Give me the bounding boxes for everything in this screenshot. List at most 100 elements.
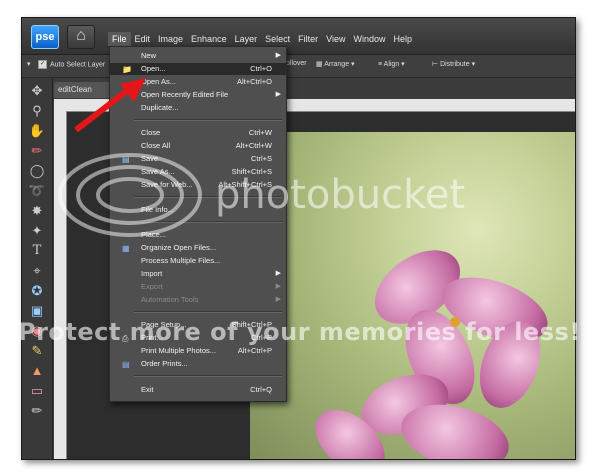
menu-separator — [134, 196, 282, 198]
menu-edit[interactable]: Edit — [131, 32, 155, 46]
menu-layer[interactable]: Layer — [231, 32, 262, 46]
hand-tool-icon[interactable]: ✋ — [27, 122, 47, 140]
menu-view[interactable]: View — [322, 32, 349, 46]
type-tool-icon[interactable]: T — [27, 242, 47, 260]
home-icon[interactable]: ⌂ — [67, 25, 95, 49]
magic-wand-tool-icon[interactable]: ✸ — [27, 202, 47, 220]
move-tool-icon[interactable]: ✥ — [27, 82, 47, 100]
menu-item-label: Export — [141, 282, 163, 291]
menu-item-exit[interactable]: Exit Ctrl+Q — [110, 384, 286, 396]
organize-icon: ▦ — [122, 244, 130, 253]
options-menu-arrow[interactable]: ▾ — [27, 60, 31, 68]
menu-item-shortcut: Ctrl+S — [250, 154, 272, 163]
menu-enhance[interactable]: Enhance — [187, 32, 231, 46]
menu-item-export: Export ▶ — [110, 281, 286, 293]
marquee-tool-icon[interactable]: ◯ — [27, 162, 47, 180]
submenu-arrow-icon: ▶ — [275, 52, 281, 59]
menu-item-open[interactable]: 📁 Open... Ctrl+O — [110, 63, 286, 75]
save-icon: ▤ — [122, 155, 130, 164]
menu-item-label: File Info... — [141, 205, 174, 214]
menu-filter[interactable]: Filter — [294, 32, 322, 46]
menu-item-automation-tools: Automation Tools ▶ — [110, 294, 286, 306]
app-logo: pse — [31, 25, 59, 49]
flower-photo — [250, 132, 575, 459]
menu-item-label: Order Prints... — [141, 359, 188, 368]
menu-item-organize-open-files[interactable]: ▦ Organize Open Files... — [110, 242, 286, 254]
align-button[interactable]: ≡ Align ▾ — [378, 60, 405, 68]
submenu-arrow-icon: ▶ — [275, 270, 281, 277]
menu-item-shortcut: Alt+Shift+Ctrl+S — [218, 180, 272, 189]
menu-item-label: Print Multiple Photos... — [141, 346, 217, 355]
app-window: pse ⌂ File Edit Image Enhance Layer Select Fil… — [21, 17, 576, 460]
annotation-arrow — [74, 78, 146, 133]
menu-item-label: Exit — [141, 385, 154, 394]
menu-item-label: Close All — [141, 141, 171, 150]
menu-item-file-info[interactable]: File Info... — [110, 204, 286, 216]
zoom-tool-icon[interactable]: ⚲ — [27, 102, 47, 120]
menu-item-shortcut: Alt+Ctrl+W — [235, 141, 272, 150]
clone-stamp-tool-icon[interactable]: ▲ — [27, 362, 47, 380]
menu-item-import[interactable]: Import ▶ — [110, 268, 286, 280]
menu-item-process-multiple-files[interactable]: Process Multiple Files... — [110, 255, 286, 267]
order-icon: ▤ — [122, 360, 130, 369]
title-bar: pse ⌂ File Edit Image Enhance Layer Select Fil… — [22, 18, 575, 55]
menu-item-close-all[interactable]: Close All Alt+Ctrl+W — [110, 140, 286, 152]
vertical-ruler — [54, 111, 67, 459]
menu-item-label: Open Recently Edited File — [141, 90, 229, 99]
brush-tool-icon[interactable]: ✏ — [27, 402, 47, 420]
distribute-icon: ⊢ — [432, 61, 439, 68]
menu-file[interactable]: File — [108, 32, 131, 46]
menu-separator — [134, 119, 282, 121]
auto-select-label: Auto Select Layer — [50, 61, 106, 69]
menu-item-shortcut: Ctrl+Q — [250, 385, 272, 394]
crop-tool-icon[interactable]: ⌖ — [27, 262, 47, 280]
menu-item-order-prints[interactable]: ▤ Order Prints... — [110, 358, 286, 370]
menu-item-print-multiple-photos[interactable]: Print Multiple Photos... Alt+Ctrl+P — [110, 345, 286, 357]
menu-item-label: Automation Tools — [141, 295, 199, 304]
eyedropper-tool-icon[interactable]: ✏ — [27, 142, 47, 160]
menu-separator — [134, 311, 282, 313]
check-icon[interactable]: ✓ — [38, 60, 47, 69]
menu-help[interactable]: Help — [389, 32, 416, 46]
menu-item-new[interactable]: New ▶ — [110, 50, 286, 62]
menu-item-shortcut: Alt+Ctrl+O — [236, 77, 272, 86]
quick-selection-tool-icon[interactable]: ✦ — [27, 222, 47, 240]
menu-image[interactable]: Image — [154, 32, 187, 46]
menu-item-save-for-web[interactable]: Save for Web... Alt+Shift+Ctrl+S — [110, 179, 286, 191]
menu-item-label: Open... — [141, 64, 166, 73]
distribute-label: Distribute — [440, 61, 470, 68]
menu-item-shortcut: Ctrl+O — [250, 64, 272, 73]
submenu-arrow-icon: ▶ — [275, 283, 281, 290]
submenu-arrow-icon: ▶ — [275, 296, 281, 303]
menu-select[interactable]: Select — [261, 32, 294, 46]
menu-item-shortcut: Alt+Ctrl+P — [237, 346, 272, 355]
rollover-label: ollover — [286, 60, 307, 67]
menu-item-label: Save — [141, 154, 159, 163]
menu-item-label: Organize Open Files... — [141, 243, 217, 252]
menu-window[interactable]: Window — [349, 32, 389, 46]
folder-icon: 📁 — [122, 65, 132, 74]
toolbox: ✥ ⚲ ✋ ✏ ◯ ➰ ✸ ✦ T ⌖ ✪ ▣ ◉ ✎ ▲ ▭ ✏ — [22, 78, 53, 459]
cookie-cutter-tool-icon[interactable]: ✪ — [27, 282, 47, 300]
menu-item-save-as[interactable]: Save As... Shift+Ctrl+S — [110, 166, 286, 178]
arrange-icon: ▦ — [316, 61, 323, 68]
menu-separator — [134, 221, 282, 223]
menu-item-label: Save for Web... — [141, 180, 193, 189]
menu-item-shortcut: Ctrl+W — [248, 128, 272, 137]
menu-item-shortcut: Shift+Ctrl+S — [231, 167, 272, 176]
menu-item-save[interactable]: ▤ Save Ctrl+S — [110, 153, 286, 165]
menu-item-label: Save As... — [141, 167, 175, 176]
lasso-tool-icon[interactable]: ➰ — [27, 182, 47, 200]
menu-item-place[interactable]: Place... — [110, 229, 286, 241]
menu-bar: File Edit Image Enhance Layer Select Filter Vie… — [108, 29, 416, 46]
eraser-tool-icon[interactable]: ▭ — [27, 382, 47, 400]
menu-item-label: Place... — [141, 230, 167, 239]
auto-select-option[interactable]: ✓ Auto Select Layer — [38, 60, 105, 69]
arrange-button[interactable]: ▦ Arrange ▾ — [316, 60, 355, 68]
arrange-label: Arrange — [324, 61, 350, 68]
submenu-arrow-icon: ▶ — [275, 91, 281, 98]
distribute-button[interactable]: ⊢ Distribute ▾ — [432, 60, 475, 68]
menu-item-label: Process Multiple Files... — [141, 256, 221, 265]
menu-separator — [134, 375, 282, 377]
options-bar: ▾ ✓ Auto Select Layer ollover ▦ Arrange ▾… — [22, 55, 575, 78]
